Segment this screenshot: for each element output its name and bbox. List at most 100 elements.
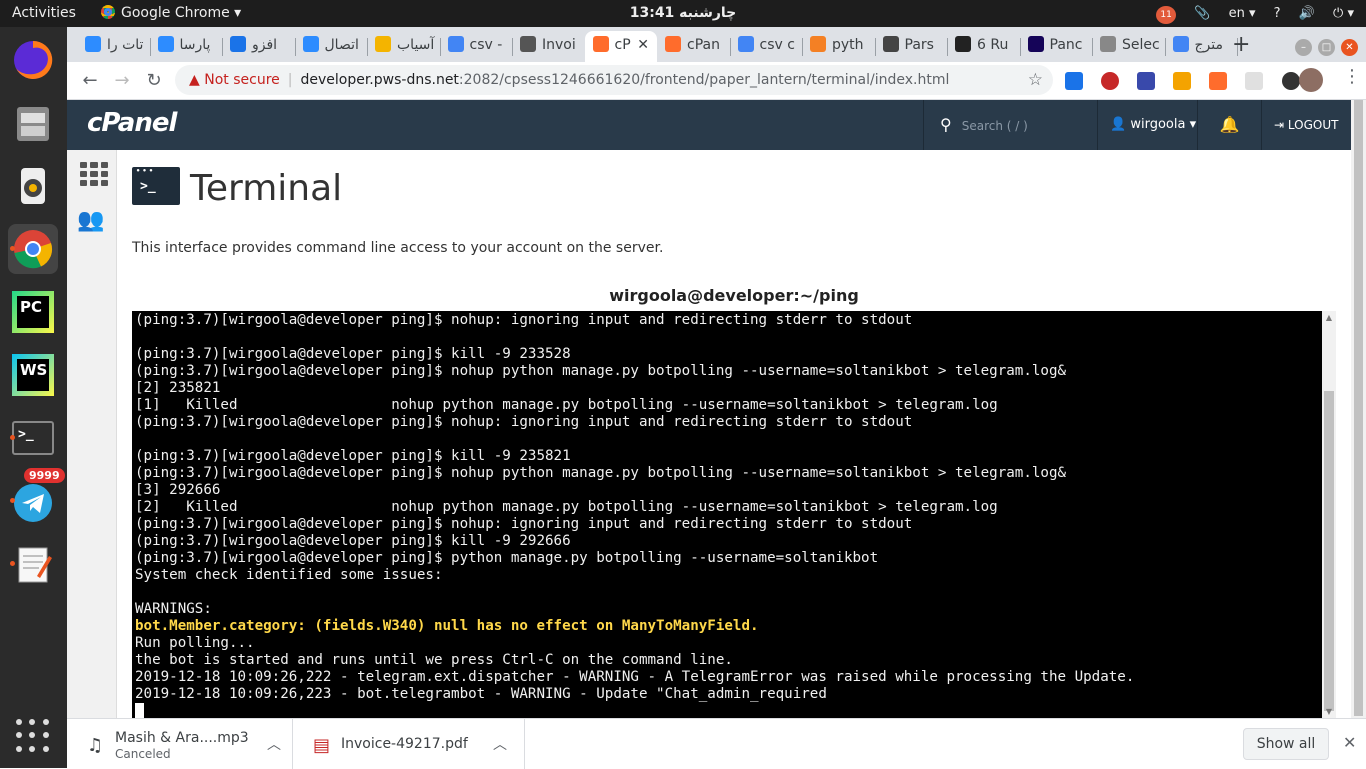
page-scroll-thumb[interactable] bbox=[1354, 100, 1363, 716]
language-indicator[interactable]: en bbox=[1229, 6, 1245, 21]
close-tab-icon[interactable]: ✕ bbox=[637, 31, 649, 59]
terminal-line: Run polling... bbox=[135, 635, 255, 651]
pycharm-icon[interactable]: PC bbox=[8, 287, 58, 337]
pandas-icon bbox=[1027, 36, 1044, 52]
clock[interactable]: 13:41 چارشنبه bbox=[630, 5, 737, 21]
browser-tab[interactable]: تات را bbox=[77, 31, 150, 62]
extension-icon[interactable] bbox=[1173, 71, 1192, 90]
chrome-icon bbox=[101, 5, 115, 19]
notifications-bell-icon[interactable]: 🔔 bbox=[1197, 100, 1261, 150]
maximize-button[interactable]: □ bbox=[1318, 39, 1335, 56]
cloud-icon bbox=[157, 36, 174, 52]
extension-icon[interactable] bbox=[1137, 71, 1156, 90]
scroll-up-icon[interactable]: ▲ bbox=[1322, 313, 1336, 322]
back-button[interactable]: ← bbox=[75, 66, 105, 96]
browser-tab[interactable]: Panc bbox=[1020, 31, 1093, 62]
show-applications-icon[interactable] bbox=[16, 719, 50, 753]
logout-label: LOGOUT bbox=[1287, 118, 1339, 132]
extension-icon[interactable] bbox=[1281, 71, 1300, 90]
new-tab-button[interactable]: + bbox=[1232, 31, 1250, 59]
tab-label: افزو bbox=[252, 37, 278, 53]
terminal-scroll-thumb[interactable] bbox=[1324, 391, 1334, 711]
close-icon[interactable]: ✕ bbox=[1343, 733, 1356, 752]
address-bar[interactable]: ▲ Not secure | developer.pws-dns.net:2082/… bbox=[175, 65, 1053, 95]
terminal-output: (ping:3.7)[wirgoola@developer ping]$ noh… bbox=[135, 312, 1134, 718]
browser-tab[interactable]: csv c bbox=[730, 31, 803, 62]
volume-icon[interactable]: 🔊 bbox=[1299, 6, 1315, 21]
paperclip-icon[interactable]: 📎 bbox=[1194, 6, 1210, 21]
extension-icon[interactable] bbox=[1101, 71, 1120, 90]
browser-tab[interactable]: افزو bbox=[222, 31, 295, 62]
medium-icon bbox=[955, 36, 971, 52]
tab-label: csv c bbox=[759, 37, 795, 53]
activities-button[interactable]: Activities bbox=[12, 0, 76, 27]
browser-tab[interactable]: Selec bbox=[1092, 31, 1165, 62]
terminal-cursor[interactable] bbox=[135, 703, 144, 718]
power-icon[interactable]: ⏻ bbox=[1333, 6, 1343, 21]
scroll-down-icon[interactable]: ▼ bbox=[1322, 707, 1336, 716]
browser-tab[interactable]: pyth bbox=[802, 31, 875, 62]
close-window-button[interactable]: ✕ bbox=[1341, 39, 1358, 56]
extension-icon[interactable] bbox=[1245, 71, 1264, 90]
chrome-icon[interactable] bbox=[8, 224, 58, 274]
terminal-scrollbar[interactable]: ▲ ▼ bbox=[1322, 311, 1336, 718]
text-editor-icon[interactable] bbox=[8, 539, 58, 589]
cpanel-logo[interactable]: cPanel bbox=[87, 108, 177, 138]
browser-tab[interactable]: Invoi bbox=[512, 31, 585, 62]
help-icon[interactable]: ? bbox=[1274, 6, 1281, 21]
download-item[interactable]: ♫ Masih & Ara....mp3 Canceled ︿ bbox=[67, 719, 293, 769]
telegram-badge: 9999 bbox=[24, 468, 65, 483]
show-all-button[interactable]: Show all bbox=[1243, 728, 1329, 760]
webstorm-icon[interactable]: WS bbox=[8, 350, 58, 400]
browser-tab[interactable]: csv - bbox=[440, 31, 513, 62]
bookmark-star-icon[interactable]: ☆ bbox=[1028, 65, 1043, 95]
users-icon[interactable]: 👥 bbox=[77, 208, 104, 233]
files-icon[interactable] bbox=[8, 98, 58, 148]
profile-avatar[interactable] bbox=[1299, 68, 1323, 92]
notification-badge[interactable]: 11 bbox=[1156, 6, 1177, 24]
chevron-up-icon[interactable]: ︿ bbox=[267, 734, 281, 754]
cpanel-icon bbox=[592, 36, 609, 52]
browser-tab[interactable]: اتصال bbox=[295, 31, 368, 62]
forward-button[interactable]: → bbox=[107, 66, 137, 96]
warning-icon[interactable]: ▲ bbox=[189, 72, 200, 88]
tab-label: Pars bbox=[904, 37, 934, 53]
extension-icon[interactable] bbox=[1065, 71, 1083, 90]
reload-button[interactable]: ↻ bbox=[139, 66, 169, 96]
app-menu[interactable]: Google Chrome ▾ bbox=[101, 0, 241, 27]
home-grid-icon[interactable] bbox=[80, 162, 108, 186]
cpanel-search[interactable]: ⚲ Search ( / ) bbox=[923, 100, 1097, 150]
rhythmbox-icon[interactable] bbox=[8, 161, 58, 211]
chevron-up-icon[interactable]: ︿ bbox=[493, 734, 507, 754]
browser-tab[interactable]: 6 Ru bbox=[947, 31, 1020, 62]
terminal-line: [1] Killed nohup python manage.py botpol… bbox=[135, 397, 998, 413]
browser-tab[interactable]: Pars bbox=[875, 31, 948, 62]
browser-tab[interactable]: cPan bbox=[657, 31, 730, 62]
tab-label: مترج bbox=[1194, 37, 1224, 53]
browser-tab[interactable]: آسیاب bbox=[367, 31, 440, 62]
page-scrollbar[interactable] bbox=[1351, 100, 1366, 718]
firefox-icon[interactable] bbox=[8, 35, 58, 85]
logout-button[interactable]: ⇥ LOGOUT bbox=[1261, 100, 1351, 150]
music-note-icon: ♫ bbox=[87, 735, 104, 756]
tab-label: pyth bbox=[832, 37, 864, 53]
minimize-button[interactable]: – bbox=[1295, 39, 1312, 56]
not-secure-label[interactable]: Not secure bbox=[204, 72, 280, 88]
download-status: Canceled bbox=[115, 747, 171, 761]
running-indicator bbox=[10, 435, 15, 440]
browser-tab[interactable]: مترج bbox=[1165, 31, 1238, 62]
cloud-icon bbox=[302, 36, 319, 52]
browser-tab[interactable]: cP ✕ bbox=[584, 31, 657, 62]
download-name: Masih & Ara....mp3 bbox=[115, 730, 249, 746]
browser-menu-icon[interactable]: ⋮ bbox=[1343, 66, 1361, 87]
doc-icon bbox=[1100, 36, 1116, 52]
telegram-icon[interactable]: 9999 bbox=[8, 468, 65, 526]
terminal-window[interactable]: (ping:3.7)[wirgoola@developer ping]$ noh… bbox=[132, 311, 1336, 718]
browser-tab[interactable]: پارسا bbox=[150, 31, 223, 62]
download-item[interactable]: ▤ Invoice-49217.pdf ︿ bbox=[293, 719, 525, 769]
terminal-page-icon: >_ bbox=[132, 167, 180, 205]
cpanel-extension-icon[interactable] bbox=[1209, 71, 1228, 90]
terminal-line: (ping:3.7)[wirgoola@developer ping]$ kil… bbox=[135, 346, 571, 362]
terminal-icon[interactable]: >_ bbox=[8, 413, 58, 463]
terminal-prompt-line bbox=[135, 703, 1134, 718]
